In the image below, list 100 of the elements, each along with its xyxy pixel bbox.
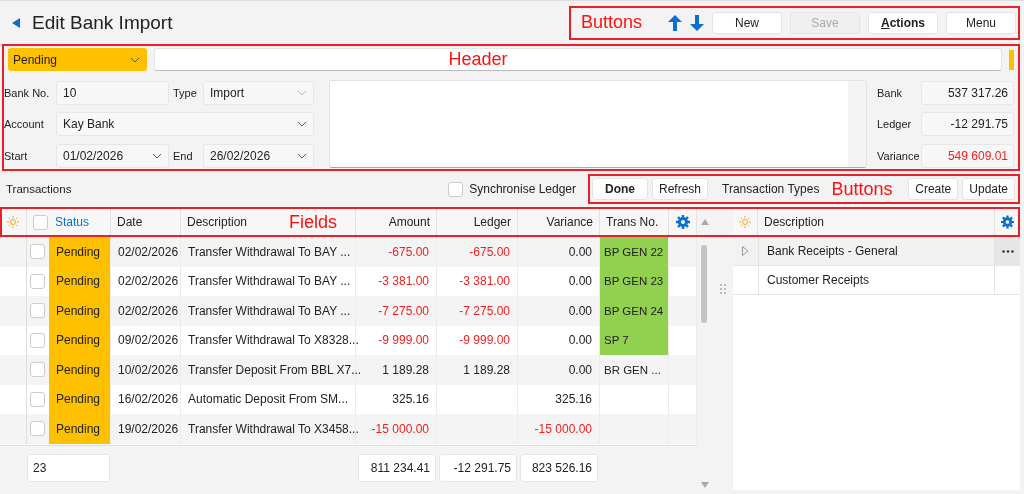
status-cell: Pending (49, 237, 111, 267)
type-row[interactable]: Bank Receipts - General (733, 237, 1020, 266)
count-field: 23 (27, 454, 110, 482)
column-header[interactable]: Description (764, 215, 825, 229)
table-cell: -7 275.00 (356, 296, 437, 326)
checkbox[interactable] (30, 362, 45, 378)
table-cell: 02/02/2026 (111, 296, 181, 326)
chevron-down-icon (297, 152, 307, 159)
annotation-label: Buttons (831, 178, 894, 200)
annotation-label: Fields (289, 211, 337, 233)
checkbox[interactable] (33, 214, 48, 230)
checkbox[interactable] (30, 421, 45, 437)
status-dropdown[interactable]: Pending (8, 48, 147, 71)
total-field: -12 291.75 (921, 112, 1014, 137)
column-header[interactable]: Description (187, 215, 248, 229)
checkbox[interactable] (448, 181, 464, 197)
type-label: Bank Receipts - General (766, 244, 899, 258)
type-dropdown[interactable]: Import (203, 81, 314, 106)
status-indicator (1009, 49, 1014, 70)
action-button[interactable]: Update (962, 178, 1015, 200)
name-field[interactable]: Header (154, 48, 1002, 71)
status-cell: Pending (49, 414, 111, 444)
table-cell: 0.00 (518, 355, 600, 385)
table-cell: -9 999.00 (459, 333, 510, 348)
chevron-down-icon (130, 56, 140, 63)
chevron-down-icon (297, 121, 307, 128)
field-label: End (173, 149, 194, 162)
column-header[interactable]: Status (55, 215, 90, 229)
matched-cell: BP GEN 24 (600, 296, 669, 326)
table-cell: 19/02/2026 (111, 414, 181, 444)
action-button[interactable]: Refresh (652, 178, 709, 200)
status-cell: Pending (49, 325, 111, 355)
arrow-up-icon[interactable] (668, 14, 682, 31)
table-cell: -15 000.00 (518, 414, 600, 444)
status-cell: Pending (49, 296, 111, 326)
account-dropdown[interactable]: Kay Bank (56, 112, 314, 137)
field-label: Account (4, 118, 45, 131)
start-date-dropdown[interactable]: 01/02/2026 (56, 143, 169, 168)
type-label: Customer Receipts (766, 273, 871, 287)
table-cell: -3 381.00 (459, 274, 510, 289)
toolbar-button[interactable]: Menu (946, 11, 1016, 34)
table-cell: Transfer Withdrawal To BAY ... (181, 237, 356, 267)
total-field: -12 291.75 (439, 454, 517, 482)
sun-icon[interactable] (739, 216, 751, 228)
total-field: 537 317.26 (921, 81, 1014, 106)
toolbar-button[interactable]: New (712, 11, 782, 34)
checkbox[interactable] (30, 273, 45, 289)
field-label: Bank No. (4, 87, 51, 100)
annotation-label: Header (448, 49, 508, 70)
status-cell: Pending (49, 266, 111, 296)
more-icon[interactable] (1001, 249, 1014, 253)
chevron-down-icon (152, 152, 162, 159)
table-cell: 1 189.28 (463, 362, 510, 377)
sun-icon[interactable] (7, 216, 19, 228)
table-cell: BR GEN ... (600, 355, 669, 385)
total-field: 823 526.16 (520, 454, 598, 482)
matched-cell: SP 7 (600, 325, 669, 355)
expand-icon[interactable] (742, 246, 749, 256)
action-button[interactable]: Create (908, 178, 959, 200)
bank-no-field[interactable]: 10 (56, 81, 169, 106)
table-cell: -675.00 (469, 244, 510, 259)
table-cell: -7 275.00 (459, 303, 510, 318)
total-field: 811 234.41 (358, 454, 436, 482)
field-label: Start (4, 149, 29, 162)
column-header[interactable]: Date (117, 215, 143, 229)
scroll-up-icon[interactable] (700, 219, 709, 225)
status-cell: Pending (49, 384, 111, 414)
splitter-handle-icon[interactable] (719, 283, 726, 294)
section-title: Transactions (6, 183, 73, 195)
settings-icon[interactable] (675, 215, 690, 229)
checkbox-label: Synchronise Ledger (469, 182, 576, 196)
notes-field[interactable] (329, 80, 867, 168)
status-cell: Pending (49, 355, 111, 385)
table-cell: Transfer Withdrawal To X3458... (181, 414, 356, 444)
table-cell: -675.00 (356, 237, 437, 267)
settings-icon[interactable] (1001, 215, 1014, 229)
matched-cell: BP GEN 22 (600, 237, 669, 267)
annotation-label: Buttons (580, 12, 642, 33)
toolbar-button[interactable]: Actions (868, 11, 938, 34)
checkbox[interactable] (30, 303, 45, 319)
total-label: Variance (877, 149, 921, 162)
end-date-dropdown[interactable]: 26/02/2026 (203, 143, 314, 168)
checkbox[interactable] (30, 391, 45, 407)
scrollbar-thumb[interactable] (701, 245, 707, 323)
field-label: Type (173, 87, 198, 100)
section-label: Transaction Types (722, 182, 820, 196)
back-icon[interactable] (12, 17, 21, 28)
total-label: Ledger (877, 118, 913, 131)
action-button[interactable]: Done (592, 178, 648, 200)
type-row[interactable]: Customer Receipts (733, 266, 1020, 295)
total-field: 549 609.01 (921, 143, 1014, 168)
chevron-down-icon (297, 90, 307, 97)
table-cell: 02/02/2026 (111, 237, 181, 267)
checkbox[interactable] (30, 332, 45, 348)
total-label: Bank (877, 87, 904, 100)
table-cell: 10/02/2026 (111, 355, 181, 385)
arrow-down-icon[interactable] (690, 14, 704, 31)
checkbox[interactable] (30, 244, 45, 260)
page-title: Edit Bank Import (32, 11, 173, 34)
scroll-down-icon[interactable] (701, 482, 709, 488)
